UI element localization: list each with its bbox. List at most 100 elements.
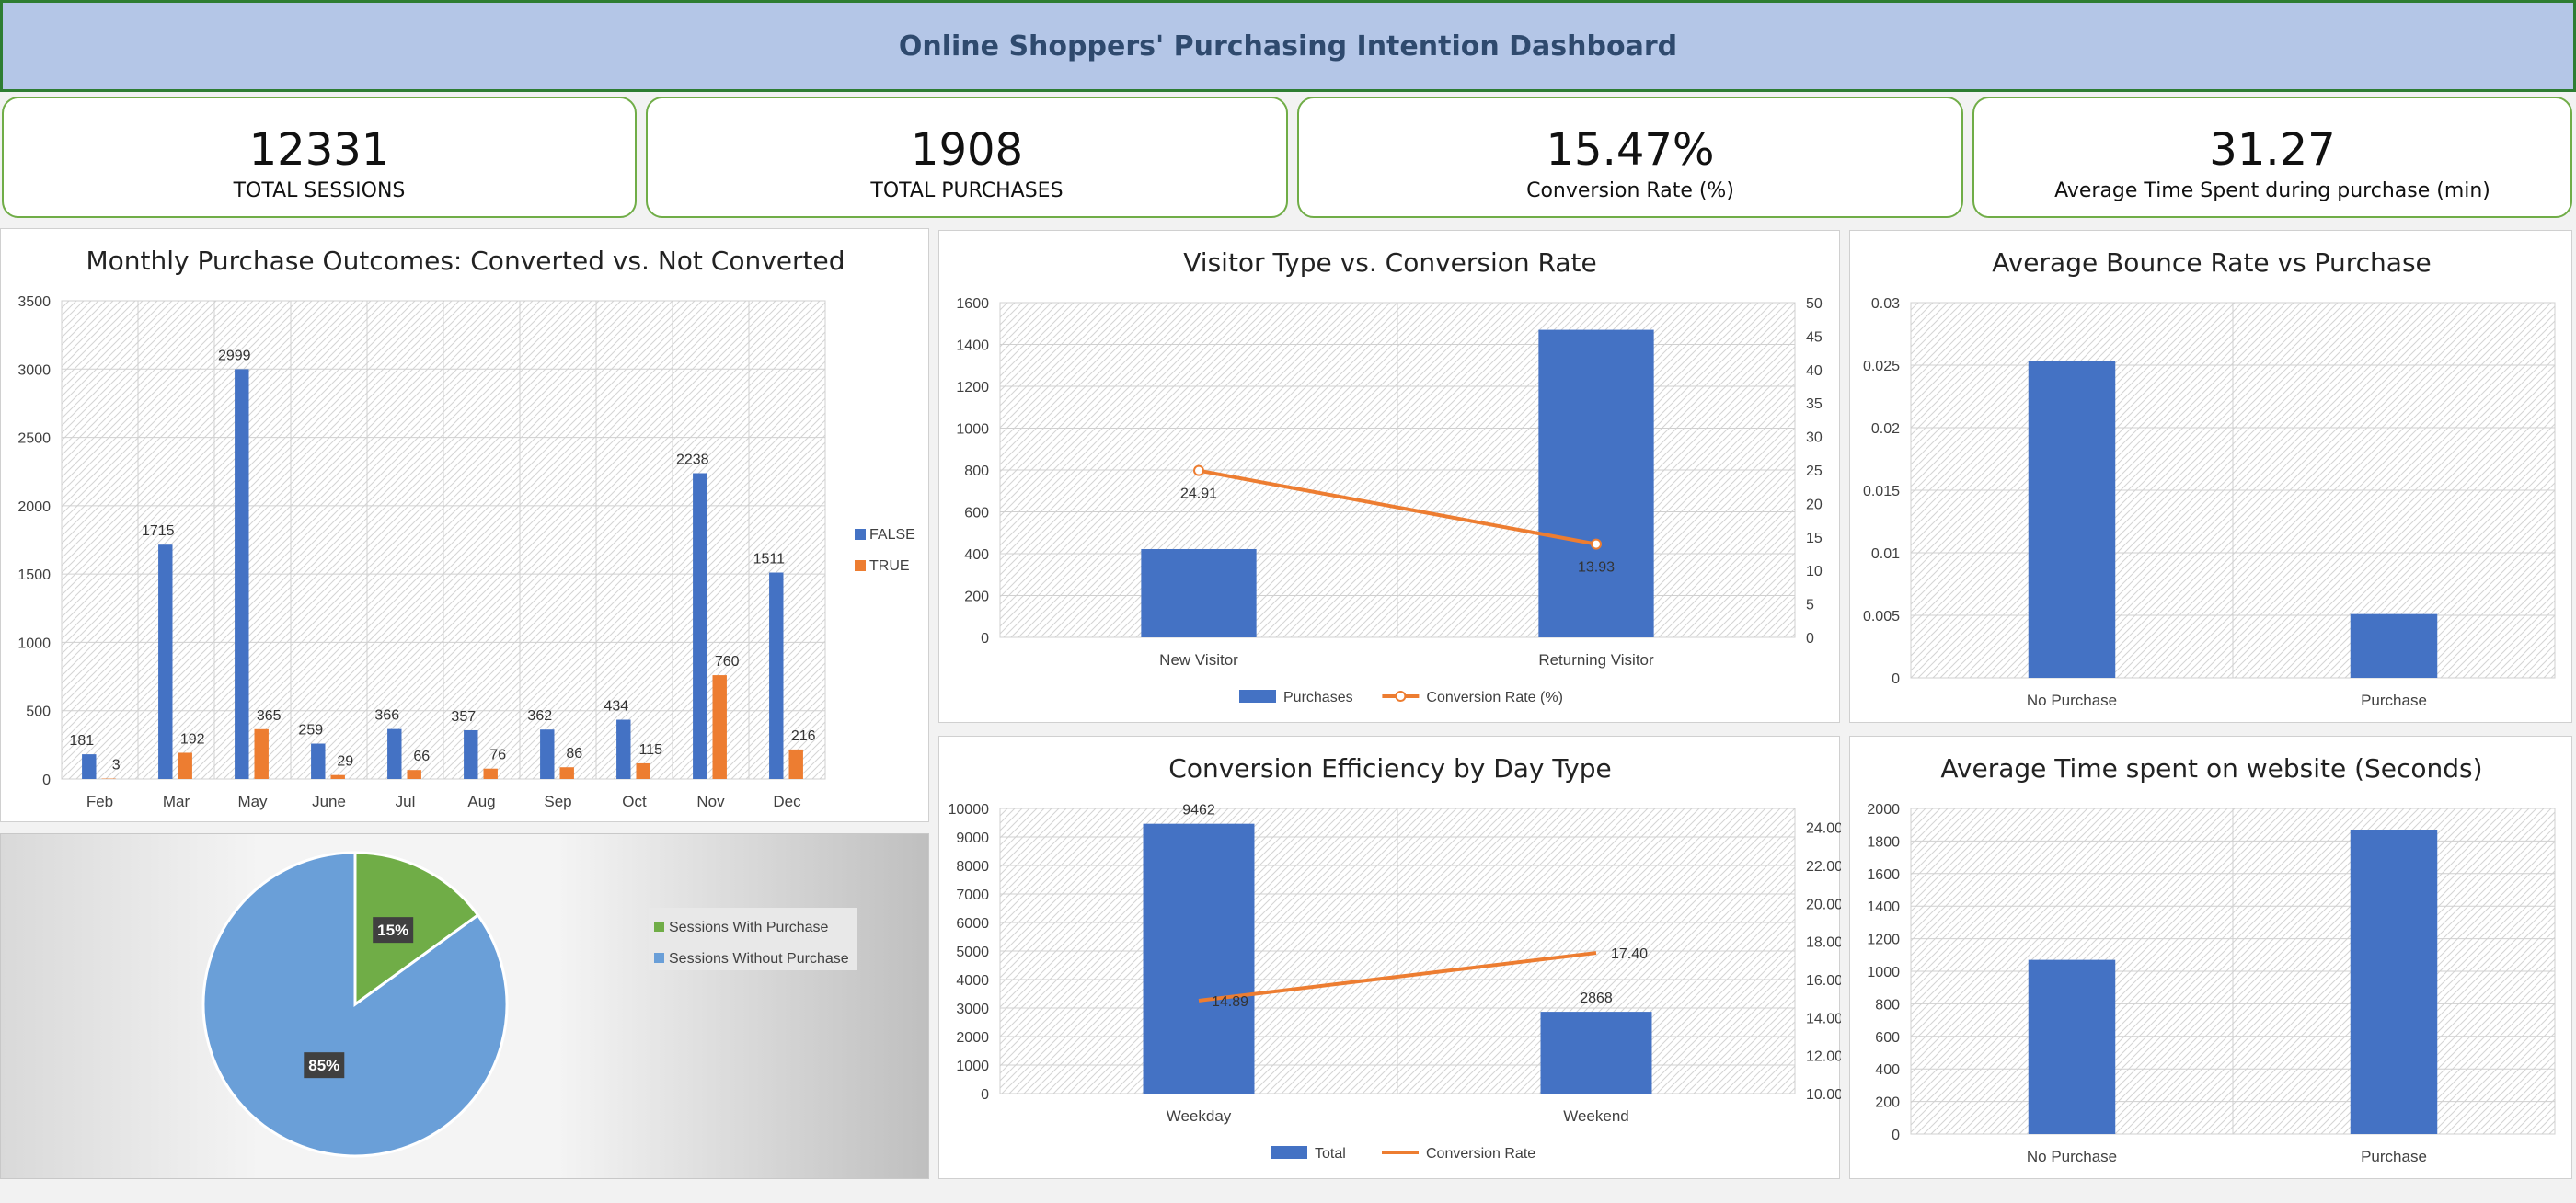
x-tick-label: June bbox=[312, 793, 346, 810]
bar-data-label: 259 bbox=[298, 723, 323, 739]
y-tick-label: 1000 bbox=[956, 1059, 989, 1074]
legend-swatch bbox=[654, 922, 664, 932]
y2-tick-label: 45 bbox=[1806, 329, 1823, 345]
bar-false bbox=[616, 719, 631, 779]
x-tick-label: Purchase bbox=[2361, 692, 2427, 709]
x-tick-label: Dec bbox=[773, 793, 801, 810]
legend-label: Sessions With Purchase bbox=[669, 920, 829, 935]
y2-tick-label: 18.00 bbox=[1806, 935, 1841, 951]
bar-false bbox=[464, 729, 478, 779]
y2-tick-label: 15 bbox=[1806, 531, 1823, 546]
y-tick-label: 0.03 bbox=[1871, 296, 1900, 312]
y-tick-label: 1600 bbox=[1867, 867, 1900, 883]
y-tick-label: 10000 bbox=[949, 802, 990, 818]
y-tick-label: 6000 bbox=[956, 916, 989, 932]
bar-data-label: 9462 bbox=[1182, 803, 1215, 819]
bar-data-label: 357 bbox=[451, 709, 476, 725]
bar-data-label: 216 bbox=[791, 728, 816, 744]
y-tick-label: 1000 bbox=[956, 422, 989, 438]
x-tick-label: New Visitor bbox=[1159, 651, 1238, 669]
visitor-type-chart: Visitor Type vs. Conversion Rate02004006… bbox=[956, 247, 1823, 705]
chart-title: Average Bounce Rate vs Purchase bbox=[1992, 247, 2432, 278]
bar-data-label: 1511 bbox=[753, 552, 786, 567]
legend-label: Conversion Rate (%) bbox=[1426, 690, 1563, 705]
bar-average-bounce-rate bbox=[2350, 613, 2438, 678]
x-tick-label: May bbox=[237, 793, 268, 810]
dashboard-title-bar: Online Shoppers' Purchasing Intention Da… bbox=[0, 0, 2576, 92]
bounce-rate-panel: Average Bounce Rate vs Purchase 0 0.005 0.0… bbox=[1849, 230, 2572, 723]
line-data-label: 14.89 bbox=[1212, 994, 1248, 1010]
pie-data-label: 15% bbox=[377, 922, 408, 939]
bar-total bbox=[1540, 1012, 1652, 1094]
y-tick-label: 0.01 bbox=[1871, 546, 1900, 562]
y2-tick-label: 0 bbox=[1806, 631, 1814, 647]
y2-tick-label: 10 bbox=[1806, 564, 1823, 579]
legend-label: FALSE bbox=[869, 527, 915, 543]
y2-tick-label: 12.00 bbox=[1806, 1049, 1841, 1065]
bar-true bbox=[559, 767, 574, 779]
y2-tick-label: 10.00 bbox=[1806, 1087, 1841, 1103]
y-tick-label: 600 bbox=[964, 506, 989, 521]
chart-title: Conversion Efficiency by Day Type bbox=[1168, 753, 1611, 784]
y-tick-label: 1500 bbox=[17, 567, 51, 583]
y-tick-label: 2000 bbox=[17, 499, 51, 515]
kpi-value: 12331 bbox=[248, 124, 390, 176]
bar-data-label: 2999 bbox=[218, 348, 251, 363]
y2-tick-label: 25 bbox=[1806, 464, 1823, 479]
bar-true bbox=[636, 762, 650, 779]
y-tick-label: 1200 bbox=[956, 380, 989, 395]
x-tick-label: Weekend bbox=[1563, 1107, 1629, 1125]
line-data-label: 13.93 bbox=[1578, 560, 1615, 576]
y2-tick-label: 5 bbox=[1806, 598, 1814, 613]
y-tick-label: 0.015 bbox=[1863, 484, 1900, 499]
bar-data-label: 365 bbox=[257, 708, 282, 724]
y-tick-label: 1000 bbox=[17, 636, 51, 651]
bar-false bbox=[540, 729, 555, 779]
bar-false bbox=[769, 572, 784, 779]
bar-average-time bbox=[2028, 959, 2116, 1134]
bar-purchases bbox=[1141, 548, 1257, 637]
y-tick-label: 800 bbox=[964, 464, 989, 479]
x-tick-label: Mar bbox=[163, 793, 190, 810]
y-tick-label: 1800 bbox=[1867, 834, 1900, 850]
x-tick-label: Purchase bbox=[2361, 1148, 2427, 1165]
bar-purchases bbox=[1538, 329, 1654, 637]
y-tick-label: 0 bbox=[981, 1087, 989, 1103]
bar-data-label: 181 bbox=[69, 733, 94, 749]
kpi-value: 31.27 bbox=[2209, 124, 2336, 176]
y-tick-label: 0 bbox=[42, 773, 51, 788]
line-point bbox=[1591, 538, 1602, 550]
x-tick-label: Returning Visitor bbox=[1538, 651, 1654, 669]
legend-swatch bbox=[855, 560, 866, 571]
legend-swatch bbox=[654, 953, 664, 963]
chart-title: Monthly Purchase Outcomes: Converted vs.… bbox=[86, 246, 845, 276]
kpi-value: 1908 bbox=[910, 124, 1024, 176]
y-tick-label: 1400 bbox=[1867, 899, 1900, 915]
bar-true bbox=[254, 728, 269, 779]
bounce-rate-chart: Average Bounce Rate vs Purchase 0 0.005 0.0… bbox=[1863, 247, 2556, 709]
bar-data-label: 66 bbox=[413, 749, 430, 764]
legend-label: TRUE bbox=[869, 558, 910, 574]
line-data-label: 17.40 bbox=[1611, 946, 1648, 962]
x-tick-label: Oct bbox=[622, 793, 647, 810]
y2-tick-label: 14.00 bbox=[1806, 1011, 1841, 1026]
bar-data-label: 192 bbox=[180, 731, 205, 747]
y-tick-label: 0 bbox=[1892, 1128, 1900, 1143]
y2-tick-label: 16.00 bbox=[1806, 973, 1841, 989]
y-tick-label: 1400 bbox=[956, 338, 989, 354]
kpi-card-total-sessions: 12331 TOTAL SESSIONS bbox=[2, 97, 637, 218]
bar-data-label: 76 bbox=[489, 748, 506, 763]
x-tick-label: Feb bbox=[86, 793, 113, 810]
bar-total bbox=[1143, 823, 1255, 1094]
kpi-card-average-time: 31.27 Average Time Spent during purchase… bbox=[1972, 97, 2572, 218]
kpi-label: TOTAL SESSIONS bbox=[233, 179, 406, 202]
y-tick-label: 0.02 bbox=[1871, 421, 1900, 437]
y-tick-label: 0.025 bbox=[1863, 359, 1900, 374]
bar-false bbox=[158, 544, 173, 779]
y2-tick-label: 30 bbox=[1806, 430, 1823, 446]
y-tick-label: 200 bbox=[1875, 1095, 1900, 1111]
x-tick-label: Nov bbox=[696, 793, 725, 810]
purchase-share-pie-chart: 15% 85% Sessions With Purchase Sessions Wit… bbox=[201, 851, 857, 1158]
y2-tick-label: 24.00 bbox=[1806, 821, 1841, 837]
legend-label: Sessions Without Purchase bbox=[669, 951, 849, 967]
